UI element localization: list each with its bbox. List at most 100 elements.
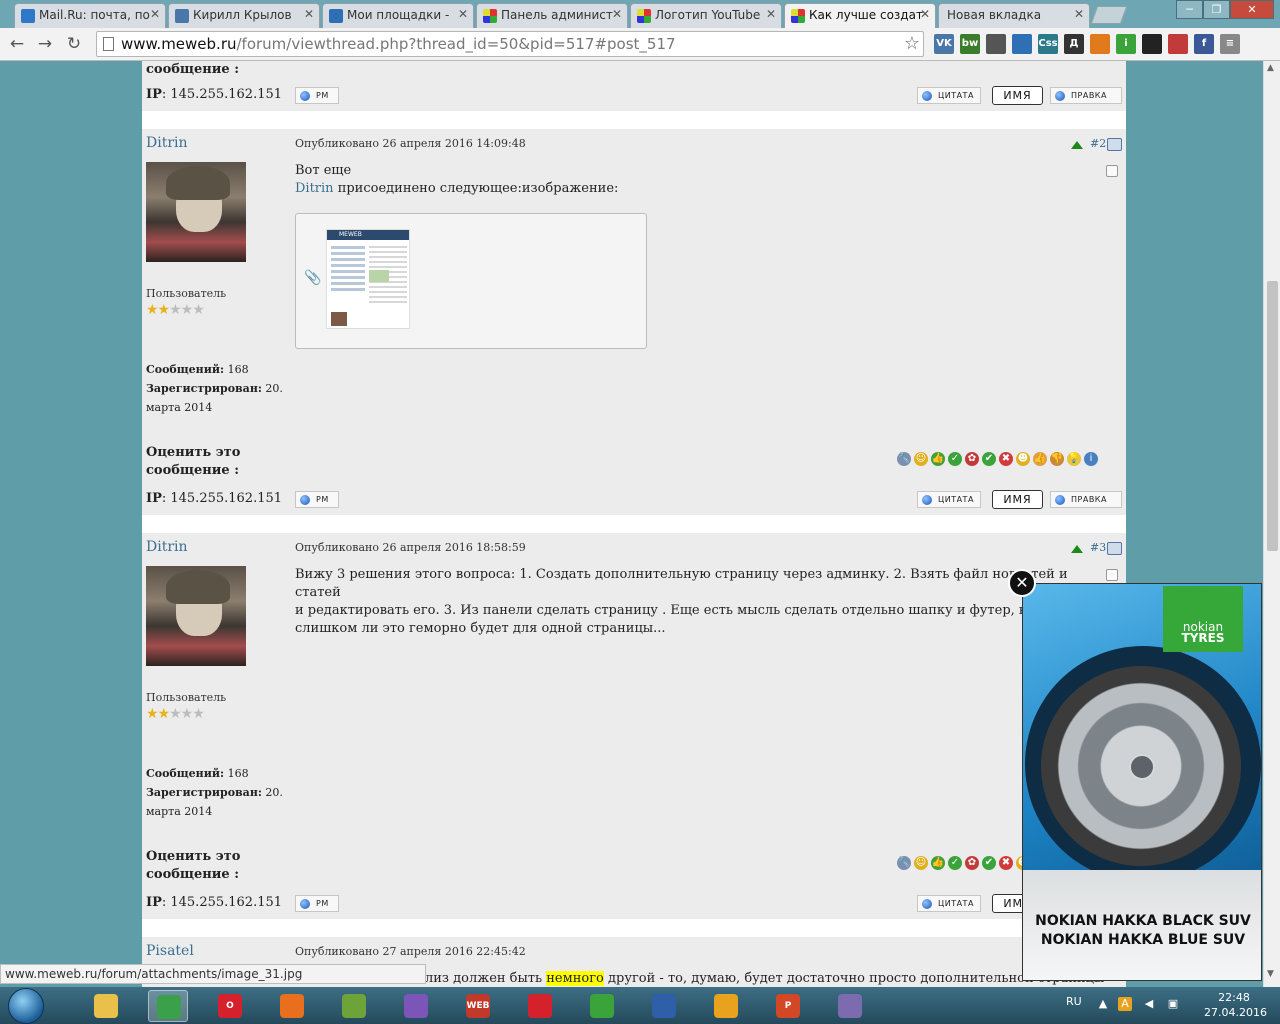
facebook-icon[interactable]: f bbox=[1194, 34, 1214, 54]
print-icon[interactable] bbox=[1107, 542, 1122, 555]
reload-button[interactable]: ↻ bbox=[63, 34, 85, 54]
ok-circle-icon[interactable]: ✓ bbox=[948, 856, 962, 870]
name-button[interactable]: ИМЯ bbox=[992, 86, 1043, 105]
clock-icon[interactable] bbox=[1090, 34, 1110, 54]
cross-icon[interactable]: ✖ bbox=[999, 452, 1013, 466]
minimize-button[interactable]: ─ bbox=[1176, 0, 1203, 19]
box-icon[interactable] bbox=[830, 990, 870, 1022]
name-button[interactable]: ИМЯ bbox=[992, 490, 1043, 509]
tab-youtube-logo[interactable]: Логотип YouTube ✕ bbox=[630, 3, 782, 28]
flag-icon[interactable] bbox=[1168, 34, 1188, 54]
quote-button[interactable]: ЦИТАТА bbox=[917, 895, 981, 912]
post-select-checkbox[interactable] bbox=[1106, 569, 1118, 581]
bw-icon[interactable]: bw bbox=[960, 34, 980, 54]
advertisement-banner[interactable]: nokian TYRES NOKIAN HAKKA BLACK SUV NOKI… bbox=[1022, 583, 1262, 981]
check-icon[interactable] bbox=[1142, 34, 1162, 54]
thumbs-up-box-icon[interactable]: 👍 bbox=[931, 856, 945, 870]
quote-button[interactable]: ЦИТАТА bbox=[917, 87, 981, 104]
close-tab-icon[interactable]: ✕ bbox=[458, 7, 468, 21]
tab-admin[interactable]: Панель админист ✕ bbox=[476, 3, 628, 28]
pm-button[interactable]: PM bbox=[295, 491, 339, 508]
pm-button[interactable]: PM bbox=[295, 895, 339, 912]
tray-app-icon[interactable]: A bbox=[1118, 997, 1132, 1011]
post-author-link[interactable]: Ditrin bbox=[146, 539, 188, 555]
pm-button[interactable]: PM bbox=[295, 87, 339, 104]
quote-button[interactable]: ЦИТАТА bbox=[917, 491, 981, 508]
scroll-top-arrow-icon[interactable] bbox=[1071, 545, 1083, 553]
viber-icon[interactable] bbox=[396, 990, 436, 1022]
forward-button[interactable]: → bbox=[34, 34, 56, 54]
css-icon[interactable]: Css bbox=[1038, 34, 1058, 54]
explorer-icon[interactable] bbox=[86, 990, 126, 1022]
app-red-icon[interactable] bbox=[520, 990, 560, 1022]
close-tab-icon[interactable]: ✕ bbox=[920, 7, 930, 21]
screen-icon[interactable] bbox=[1012, 34, 1032, 54]
firefox-icon[interactable] bbox=[272, 990, 312, 1022]
start-button[interactable] bbox=[8, 988, 44, 1024]
network-icon[interactable]: ▣ bbox=[1166, 997, 1180, 1011]
checkmark-icon[interactable]: ✔ bbox=[982, 452, 996, 466]
wrench-icon[interactable]: 🔧 bbox=[897, 856, 911, 870]
notepad-icon[interactable] bbox=[334, 990, 374, 1022]
clock[interactable]: 22:48 27.04.2016 bbox=[1204, 990, 1267, 1020]
print-icon[interactable] bbox=[1107, 138, 1122, 151]
app-blue-icon[interactable] bbox=[644, 990, 684, 1022]
scroll-down-arrow-icon[interactable]: ▼ bbox=[1267, 969, 1274, 979]
powerpoint-icon[interactable]: P bbox=[768, 990, 808, 1022]
back-button[interactable]: ← bbox=[6, 34, 28, 54]
menu-icon[interactable]: ≡ bbox=[1220, 34, 1240, 54]
post-select-checkbox[interactable] bbox=[1106, 165, 1118, 177]
smile-icon[interactable]: ☺ bbox=[914, 452, 928, 466]
close-window-button[interactable]: ✕ bbox=[1230, 0, 1274, 19]
vertical-scrollbar[interactable]: ▲ ▼ bbox=[1263, 61, 1280, 987]
chrome-icon[interactable] bbox=[148, 990, 188, 1022]
aimp-icon[interactable] bbox=[706, 990, 746, 1022]
edit-button[interactable]: ПРАВКА bbox=[1050, 87, 1122, 104]
tab-vk[interactable]: Кирилл Крылов ✕ bbox=[168, 3, 320, 28]
scroll-top-arrow-icon[interactable] bbox=[1071, 141, 1083, 149]
wrench-icon[interactable]: 🔧 bbox=[897, 452, 911, 466]
dict-icon[interactable]: Д bbox=[1064, 34, 1084, 54]
close-tab-icon[interactable]: ✕ bbox=[766, 7, 776, 21]
thumbs-up-icon[interactable]: 👍 bbox=[1033, 452, 1047, 466]
edit-button[interactable]: ПРАВКА bbox=[1050, 491, 1122, 508]
ad-close-icon[interactable]: ✕ bbox=[1008, 569, 1036, 597]
tray-arrow-icon[interactable]: ▲ bbox=[1096, 997, 1110, 1011]
new-tab-button[interactable] bbox=[1090, 6, 1128, 24]
webcolor-icon[interactable]: WEB bbox=[458, 990, 498, 1022]
attachment-thumbnail[interactable]: MEWEB bbox=[326, 229, 410, 329]
tab-platforms[interactable]: Мои площадки - ✕ bbox=[322, 3, 474, 28]
address-bar[interactable]: www.meweb.ru/forum/viewthread.php?thread… bbox=[96, 31, 924, 57]
info-icon[interactable]: i bbox=[1116, 34, 1136, 54]
close-tab-icon[interactable]: ✕ bbox=[1074, 7, 1084, 21]
bookmark-star-icon[interactable]: ☆ bbox=[904, 33, 920, 54]
vk-icon[interactable]: VK bbox=[934, 34, 954, 54]
tab-new[interactable]: Новая вкладка ✕ bbox=[938, 3, 1090, 28]
scroll-up-arrow-icon[interactable]: ▲ bbox=[1267, 63, 1274, 73]
tab-mail[interactable]: Mail.Ru: почта, по ✕ bbox=[14, 3, 166, 28]
icq-icon[interactable] bbox=[582, 990, 622, 1022]
attachment-user-link[interactable]: Ditrin bbox=[295, 181, 334, 196]
maximize-button[interactable]: ❐ bbox=[1203, 0, 1230, 19]
close-tab-icon[interactable]: ✕ bbox=[150, 7, 160, 21]
cross-icon[interactable]: ✖ bbox=[999, 856, 1013, 870]
post-author-link[interactable]: Pisatel bbox=[146, 943, 194, 959]
scrollbar-thumb[interactable] bbox=[1267, 281, 1278, 551]
ruler-icon[interactable] bbox=[986, 34, 1006, 54]
thumbs-up-box-icon[interactable]: 👍 bbox=[931, 452, 945, 466]
volume-icon[interactable]: ◀ bbox=[1142, 997, 1156, 1011]
language-indicator[interactable]: RU bbox=[1066, 995, 1082, 1008]
post-author-link[interactable]: Ditrin bbox=[146, 135, 188, 151]
close-tab-icon[interactable]: ✕ bbox=[612, 7, 622, 21]
ribbon-icon[interactable]: ✿ bbox=[965, 856, 979, 870]
ribbon-icon[interactable]: ✿ bbox=[965, 452, 979, 466]
ok-circle-icon[interactable]: ✓ bbox=[948, 452, 962, 466]
post-number-link[interactable]: #3 bbox=[1090, 541, 1106, 554]
info-circle-icon[interactable]: i bbox=[1084, 452, 1098, 466]
post-number-link[interactable]: #2 bbox=[1090, 137, 1106, 150]
checkmark-icon[interactable]: ✔ bbox=[982, 856, 996, 870]
bulb-icon[interactable]: 💡 bbox=[1067, 452, 1081, 466]
opera-icon[interactable]: O bbox=[210, 990, 250, 1022]
wink-icon[interactable]: ☻ bbox=[1016, 452, 1030, 466]
close-tab-icon[interactable]: ✕ bbox=[304, 7, 314, 21]
